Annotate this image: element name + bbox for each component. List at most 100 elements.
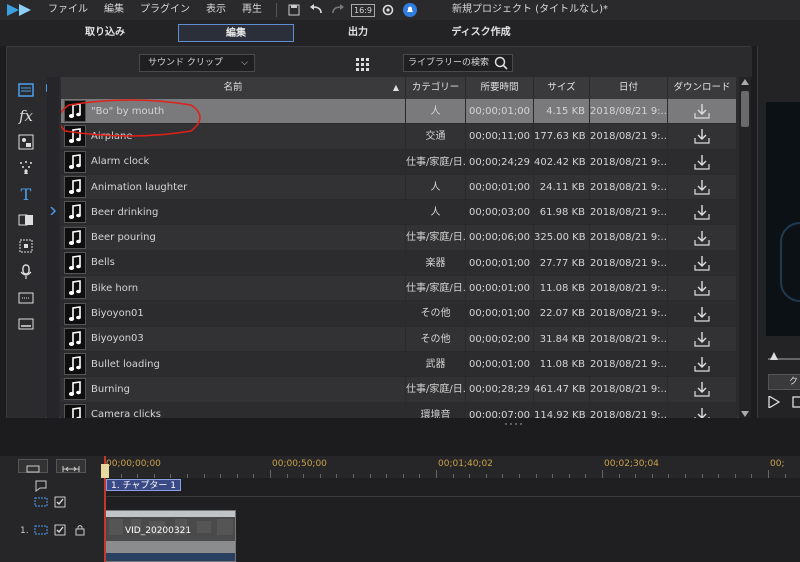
music-note-icon [64, 201, 86, 224]
table-scrollbar[interactable] [739, 77, 751, 419]
menu-divider [276, 3, 277, 17]
library-search-input[interactable]: ライブラリーの検索 [403, 54, 513, 72]
timeline-view-button[interactable] [18, 459, 48, 473]
timeline-ruler[interactable]: 00;00;00;00 00;00;50;00 00;01;40;02 00;0… [104, 456, 800, 478]
cell-download[interactable] [668, 149, 737, 174]
table-row[interactable]: Bells 楽器 00;00;01;00 27.77 KB 2018/08/21 9:.… [61, 250, 737, 277]
chapter-marker[interactable]: 1. チャプター 1 [106, 479, 181, 491]
row-name: Bullet loading [91, 358, 160, 370]
video-clip[interactable]: VID_20200321 [104, 510, 236, 562]
row-name: Biyoyon01 [91, 308, 144, 320]
subtitle-room-icon[interactable] [17, 315, 35, 333]
track-lock-icon[interactable] [74, 524, 86, 536]
menu-file[interactable]: ファイル [40, 0, 96, 20]
redo-icon[interactable] [329, 1, 347, 19]
download-icon [694, 205, 710, 220]
search-icon[interactable] [494, 56, 508, 76]
cell-date: 2018/08/21 9:... [590, 377, 668, 402]
scroll-down-icon[interactable] [741, 411, 749, 417]
cell-download[interactable] [668, 377, 737, 402]
settings-gear-icon[interactable] [379, 1, 397, 19]
library-type-dropdown[interactable]: サウンド クリップ ⌵ [139, 54, 255, 72]
column-header-category[interactable]: カテゴリー [406, 77, 466, 99]
explorer-toggle-strip[interactable] [47, 77, 59, 419]
cell-duration: 00;00;01;00 [466, 351, 534, 377]
preview-position-slider[interactable] [758, 352, 800, 366]
playhead-handle-icon[interactable] [101, 464, 109, 478]
play-icon[interactable] [768, 396, 780, 408]
menu-edit[interactable]: 編集 [96, 0, 132, 20]
table-row[interactable]: Beer pouring 仕事/家庭/日... 00;00;06;00 325.00 … [61, 225, 737, 251]
cell-download[interactable] [668, 402, 737, 419]
cell-download[interactable] [668, 124, 737, 149]
aspect-ratio-button[interactable]: 16:9 [351, 1, 375, 19]
audio-mixing-icon[interactable] [17, 237, 35, 255]
view-grid-icon[interactable] [355, 56, 369, 71]
cell-name: Bells [61, 250, 406, 276]
notification-bell-icon[interactable] [401, 1, 419, 19]
table-row[interactable]: Biyoyon03 その他 00;00;02;00 31.84 KB 2018/08/2… [61, 326, 737, 352]
cell-download[interactable] [668, 200, 737, 225]
sort-ascending-icon: ▲ [392, 83, 399, 92]
cell-download[interactable] [668, 351, 737, 377]
row-name: Bells [91, 257, 115, 269]
title-room-icon[interactable]: T [17, 185, 35, 204]
scroll-thumb[interactable] [741, 91, 749, 127]
table-row[interactable]: Bullet loading 武器 00;00;01;00 11.08 KB 2018/… [61, 351, 737, 378]
undo-icon[interactable] [307, 1, 325, 19]
save-icon[interactable] [285, 1, 303, 19]
menu-view[interactable]: 表示 [198, 0, 234, 20]
tab-capture[interactable]: 取り込み [60, 24, 150, 42]
download-icon [694, 180, 710, 195]
panel-splitter[interactable] [0, 418, 800, 456]
cell-download[interactable] [668, 326, 737, 351]
cell-name: Alarm clock [61, 149, 406, 174]
table-row[interactable]: Camera clicks 環境音 00;00;07;00 114.92 KB 2018… [61, 402, 737, 419]
media-room-icon[interactable] [17, 81, 35, 99]
track-view-icon[interactable] [34, 496, 48, 508]
column-header-size[interactable]: サイズ [534, 77, 590, 99]
red-annotation-circle [61, 99, 201, 137]
cell-category: 環境音 [406, 402, 466, 419]
stop-icon[interactable] [792, 396, 800, 408]
track-enable-checkbox[interactable] [54, 524, 66, 536]
table-row[interactable]: Biyoyon01 その他 00;00;01;00 22.07 KB 2018/08/2… [61, 301, 737, 327]
menu-playback[interactable]: 再生 [234, 0, 270, 20]
column-header-date[interactable]: 日付 [590, 77, 668, 99]
transition-room-icon[interactable] [17, 211, 35, 229]
fx-room-icon[interactable]: fx [17, 107, 35, 125]
column-header-download[interactable]: ダウンロード [668, 77, 737, 99]
menu-plugins[interactable]: プラグイン [132, 0, 198, 20]
column-header-duration[interactable]: 所要時間 [466, 77, 534, 99]
particle-room-icon[interactable] [17, 159, 35, 177]
track-view-icon[interactable] [34, 524, 48, 536]
tab-edit[interactable]: 編集 [178, 24, 294, 42]
cell-download[interactable] [668, 301, 737, 326]
resize-grip-icon[interactable] [504, 422, 522, 426]
cell-category: その他 [406, 301, 466, 326]
table-row[interactable]: Beer drinking 人 00;00;03;00 61.98 KB 2018/08… [61, 200, 737, 226]
cell-size: 24.11 KB [534, 174, 590, 200]
preview-mode-button[interactable]: ク [768, 374, 800, 390]
menubar: ファイル 編集 プラグイン 表示 再生 16:9 [0, 0, 800, 20]
tab-produce[interactable]: 出力 [318, 24, 398, 42]
pip-objects-icon[interactable] [17, 133, 35, 151]
table-row[interactable]: Bike horn 仕事/家庭/日... 00;00;01;00 11.08 KB 20… [61, 276, 737, 302]
table-row[interactable]: Animation laughter 人 00;00;01;00 24.11 KB 20… [61, 174, 737, 201]
cell-download[interactable] [668, 225, 737, 250]
cell-download[interactable] [668, 174, 737, 200]
voice-over-microphone-icon[interactable] [17, 263, 35, 281]
track-enable-checkbox[interactable] [54, 496, 66, 508]
fit-timeline-button[interactable] [56, 459, 86, 473]
scroll-up-icon[interactable] [741, 79, 749, 85]
table-row[interactable]: Alarm clock 仕事/家庭/日... 00;00;24;29 402.42 K… [61, 149, 737, 175]
table-row[interactable]: Burning 仕事/家庭/日... 00;00;28;29 461.47 KB 201… [61, 377, 737, 403]
cell-download[interactable] [668, 99, 737, 124]
chapter-room-icon[interactable] [17, 289, 35, 307]
chevron-right-icon[interactable] [50, 207, 56, 215]
cell-download[interactable] [668, 250, 737, 276]
tab-disc-creation[interactable]: ディスク作成 [436, 24, 526, 42]
playhead[interactable] [101, 456, 109, 562]
cell-download[interactable] [668, 276, 737, 301]
slider-handle-icon[interactable] [770, 352, 778, 360]
